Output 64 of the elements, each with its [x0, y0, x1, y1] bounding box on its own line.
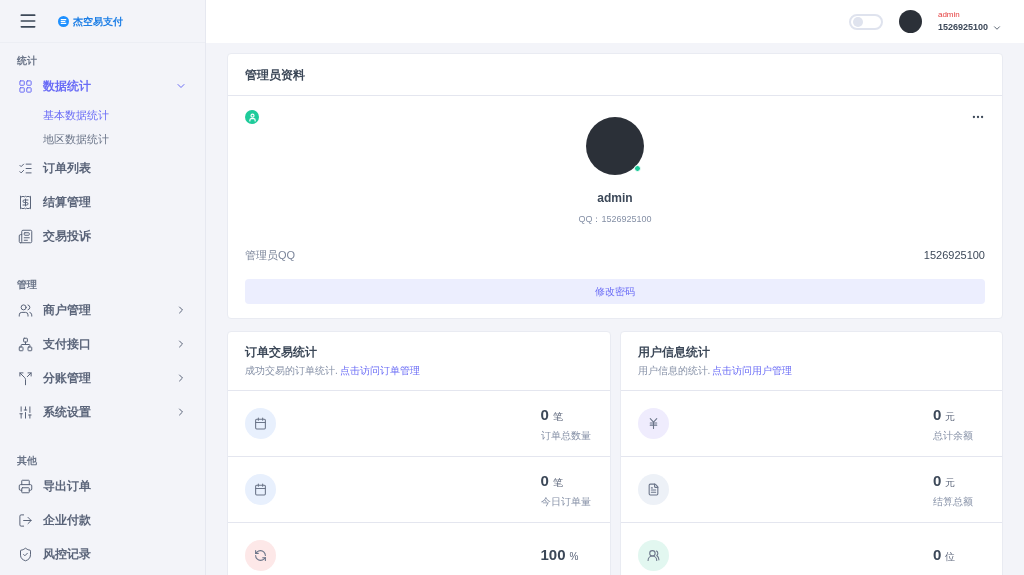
avatar[interactable]: [898, 10, 922, 33]
change-password-button[interactable]: 修改密码: [245, 279, 985, 304]
nav-item[interactable]: 结算管理: [0, 185, 205, 219]
user-name: admin: [937, 8, 961, 21]
user-badge-icon: [245, 110, 259, 124]
user-account: 1526925100: [937, 20, 988, 34]
menu-icon[interactable]: [18, 11, 38, 31]
stat-unit: %: [569, 550, 579, 565]
nav-icon: [18, 404, 33, 420]
nav-icon: [18, 370, 33, 386]
card-link[interactable]: 点击访问订单管理: [339, 363, 420, 378]
nav-item[interactable]: 订单列表: [0, 151, 205, 185]
nav-item[interactable]: 数据统计: [0, 69, 205, 103]
nav-icon: [18, 160, 33, 176]
stat-value: 0: [933, 545, 942, 566]
card-title: 用户信息统计: [637, 344, 711, 361]
section-heading: 其他: [16, 454, 38, 468]
card-subtitle: 成功交易的订单统计.: [245, 364, 338, 378]
stat-unit: 元: [945, 409, 956, 424]
stat-unit: 位: [945, 550, 956, 565]
stat-label: 订单总数量: [540, 429, 591, 444]
nav-icon: [18, 336, 33, 352]
nav-icon: [18, 546, 33, 562]
stat-unit: 元: [945, 475, 956, 490]
nav-item[interactable]: 交易投诉: [0, 219, 205, 253]
stat-unit: 笔: [552, 475, 563, 490]
nav-item[interactable]: 企业付款: [0, 503, 205, 537]
logo-icon: [58, 15, 69, 27]
nav-item[interactable]: 支付接口: [0, 327, 205, 361]
card-title: 订单交易统计: [245, 344, 318, 361]
field-value: 1526925100: [923, 247, 985, 263]
nav-icon: [18, 194, 33, 210]
stat-value: 0: [933, 404, 942, 425]
brand-name: 杰空易支付: [73, 14, 123, 29]
subnav-item[interactable]: 基本数据统计: [0, 103, 205, 127]
stat-unit: 笔: [552, 409, 563, 424]
stat-label: 结算总额: [933, 495, 973, 510]
nav-icon: [18, 302, 33, 318]
nav-item[interactable]: 分账管理: [0, 361, 205, 395]
stat-label: 今日订单量: [540, 495, 591, 510]
card-title: 管理员资料: [245, 66, 305, 84]
nav-icon: [18, 78, 33, 94]
stat-value: 0: [540, 470, 549, 491]
nav-item[interactable]: 导出订单: [0, 469, 205, 503]
stat-label: 总计余额: [933, 429, 973, 444]
nav-icon: [18, 478, 33, 494]
theme-toggle[interactable]: [848, 13, 883, 30]
nav-item[interactable]: 商户管理: [0, 293, 205, 327]
section-heading: 统计: [16, 54, 38, 68]
profile-name: admin: [597, 190, 633, 207]
nav-icon: [18, 512, 33, 528]
nav-item[interactable]: 风控记录: [0, 537, 205, 571]
stat-value: 0: [933, 470, 942, 491]
section-heading: 管理: [16, 278, 38, 292]
stat-value: 100: [540, 545, 566, 566]
nav-icon: [18, 228, 33, 244]
nav-item[interactable]: 系统设置: [0, 395, 205, 429]
card-subtitle: 用户信息的统计.: [637, 364, 711, 378]
profile-qq: QQ：1526925100: [578, 213, 652, 226]
field-label: 管理员QQ: [245, 247, 296, 263]
card-link[interactable]: 点击访问用户管理: [712, 363, 793, 378]
stat-value: 0: [540, 404, 549, 425]
subnav-item[interactable]: 地区数据统计: [0, 127, 205, 151]
profile-avatar: [586, 117, 644, 175]
